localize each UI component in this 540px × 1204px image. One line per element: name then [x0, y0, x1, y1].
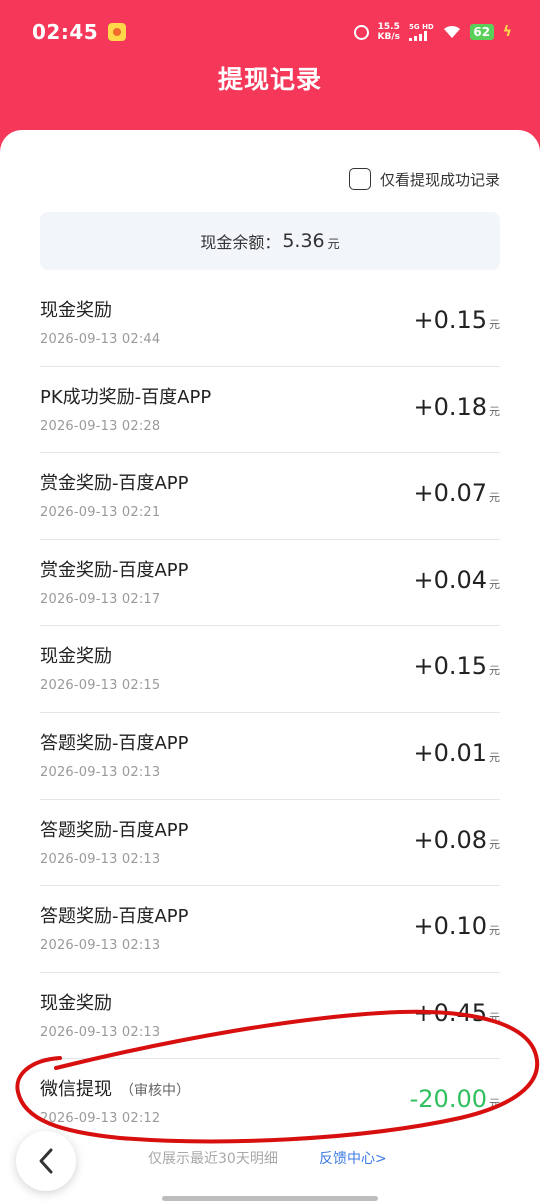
- record-amount-unit: 元: [489, 924, 500, 938]
- filter-label: 仅看提现成功记录: [379, 170, 500, 189]
- record-amount-unit: 元: [489, 577, 500, 591]
- record-amount: -20.00 元: [410, 1085, 500, 1113]
- record-amount-unit: 元: [489, 1097, 500, 1111]
- record-amount: +0.08 元: [413, 826, 500, 854]
- record-amount-value: +0.08: [413, 825, 487, 854]
- home-indicator[interactable]: [162, 1196, 378, 1201]
- record-time: 2026-09-13 02:13: [40, 764, 161, 780]
- status-bar: 02:45 15.5 KB/s 5G HD 62 ϟ: [0, 0, 540, 64]
- status-time: 02:45: [32, 20, 99, 44]
- chevron-left-icon: [39, 1148, 53, 1174]
- signal-icon: [409, 31, 428, 41]
- record-time: 2026-09-13 02:13: [40, 938, 161, 954]
- balance-box: 现金余额： 5.36 元: [40, 212, 500, 270]
- record-amount: +0.15 元: [413, 652, 500, 680]
- feedback-center-link[interactable]: 反馈中心>: [319, 1148, 387, 1168]
- record-amount-unit: 元: [489, 837, 500, 851]
- list-item: 赏金奖励-百度APP 2026-09-13 02:21 +0.07 元: [40, 453, 500, 540]
- record-time: 2026-09-13 02:15: [40, 678, 161, 694]
- record-amount: +0.15 元: [413, 306, 500, 334]
- status-left: 02:45: [32, 20, 127, 44]
- balance-amount: 5.36: [282, 230, 325, 252]
- record-amount-value: +0.07: [413, 479, 487, 508]
- record-amount-value: +0.15: [413, 652, 487, 681]
- list-item: 赏金奖励-百度APP 2026-09-13 02:17 +0.04 元: [40, 540, 500, 627]
- status-right: 15.5 KB/s 5G HD 62 ϟ: [353, 22, 512, 42]
- battery-icon: 62: [469, 24, 494, 40]
- record-amount-value: +0.18: [413, 392, 487, 421]
- record-amount-value: +0.10: [413, 912, 487, 941]
- balance-label: 现金余额：: [200, 233, 281, 252]
- list-item: 答题奖励-百度APP 2026-09-13 02:13 +0.10 元: [40, 886, 500, 973]
- success-only-filter[interactable]: 仅看提现成功记录: [348, 168, 500, 190]
- network-speed-value: 15.5: [377, 22, 400, 32]
- record-title: 现金奖励: [40, 992, 112, 1014]
- list-item: 答题奖励-百度APP 2026-09-13 02:13 +0.01 元: [40, 713, 500, 800]
- list-item: 答题奖励-百度APP 2026-09-13 02:13 +0.08 元: [40, 800, 500, 887]
- list-item: 现金奖励 2026-09-13 02:15 +0.15 元: [40, 626, 500, 713]
- network-type: 5G HD: [409, 23, 434, 41]
- record-time: 2026-09-13 02:13: [40, 851, 161, 867]
- list-item: PK成功奖励-百度APP 2026-09-13 02:28 +0.18 元: [40, 367, 500, 454]
- record-amount: +0.18 元: [413, 393, 500, 421]
- record-amount-unit: 元: [489, 318, 500, 331]
- record-title: 答题奖励-百度APP: [40, 732, 189, 754]
- record-amount: +0.01 元: [413, 739, 500, 767]
- list-item: 现金奖励 2026-09-13 02:44 +0.15 元: [40, 280, 500, 367]
- back-button[interactable]: [16, 1131, 76, 1191]
- record-time: 2026-09-13 02:13: [40, 1024, 161, 1040]
- record-amount-value: +0.45: [413, 998, 487, 1027]
- record-amount-unit: 元: [489, 664, 500, 678]
- app-notification-icon: [108, 23, 127, 41]
- page-title: 提现记录: [217, 65, 322, 94]
- record-title: PK成功奖励-百度APP: [40, 386, 212, 408]
- record-time: 2026-09-13 02:44: [40, 332, 161, 347]
- record-status: （审核中）: [120, 1083, 190, 1100]
- list-item-withdrawal: 微信提现 （审核中） 2026-09-13 02:12 -20.00 元: [40, 1059, 500, 1146]
- record-title: 赏金奖励-百度APP: [40, 473, 189, 495]
- record-title: 答题奖励-百度APP: [40, 906, 189, 928]
- list-item: 现金奖励 2026-09-13 02:13 +0.45 元: [40, 973, 500, 1060]
- network-speed-unit: KB/s: [377, 32, 401, 42]
- record-amount-value: +0.01: [413, 738, 487, 767]
- record-amount-value: -20.00: [409, 1085, 487, 1114]
- alarm-icon: [353, 24, 369, 40]
- network-speed: 15.5 KB/s: [378, 22, 400, 42]
- record-title: 答题奖励-百度APP: [40, 819, 189, 841]
- record-time: 2026-09-13 02:28: [40, 418, 161, 434]
- record-amount: +0.10 元: [413, 912, 500, 940]
- balance-unit: 元: [327, 236, 340, 251]
- record-amount-unit: 元: [489, 491, 500, 505]
- record-amount: +0.04 元: [413, 566, 500, 594]
- content-card: 仅看提现成功记录 现金余额： 5.36 元 现金奖励 2026-09-13 02…: [0, 130, 540, 1204]
- record-amount-unit: 元: [489, 750, 500, 764]
- network-type-label: 5G HD: [409, 23, 434, 31]
- record-time: 2026-09-13 02:21: [40, 505, 161, 521]
- wifi-icon: [443, 25, 461, 39]
- record-amount: +0.45 元: [413, 999, 500, 1027]
- record-title: 现金奖励: [40, 300, 112, 321]
- record-amount-value: +0.15: [413, 306, 487, 334]
- record-title: 赏金奖励-百度APP: [40, 559, 189, 581]
- record-amount: +0.07 元: [413, 479, 500, 507]
- record-time: 2026-09-13 02:17: [40, 591, 161, 607]
- record-title: 现金奖励: [40, 646, 112, 668]
- charging-icon: ϟ: [502, 24, 512, 40]
- checkbox-icon[interactable]: [348, 168, 371, 190]
- record-amount-unit: 元: [489, 404, 500, 418]
- record-amount-unit: 元: [489, 1010, 500, 1024]
- record-amount-value: +0.04: [413, 565, 487, 594]
- record-title: 微信提现 （审核中）: [40, 1075, 190, 1101]
- record-time: 2026-09-13 02:12: [40, 1111, 161, 1127]
- record-list: 现金奖励 2026-09-13 02:44 +0.15 元 PK成功奖励-百度AP…: [40, 280, 500, 1146]
- record-title-text: 微信提现: [40, 1079, 112, 1101]
- footer-note: 仅展示最近30天明细: [148, 1151, 278, 1167]
